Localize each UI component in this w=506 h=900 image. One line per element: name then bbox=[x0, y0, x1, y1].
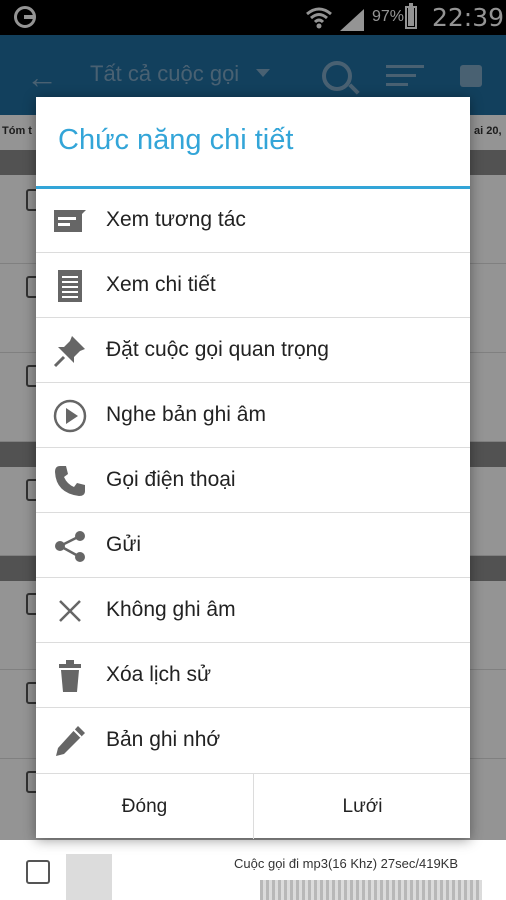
pin-icon bbox=[53, 336, 85, 368]
document-icon bbox=[58, 270, 82, 302]
detail-functions-dialog: Chức năng chi tiết Xem tương tác Xem chi… bbox=[36, 97, 470, 839]
menu-item-label: Xem tương tác bbox=[106, 208, 246, 231]
grid-button[interactable]: Lưới bbox=[253, 774, 471, 839]
close-icon bbox=[59, 600, 81, 622]
menu-item-send[interactable]: Gửi bbox=[36, 514, 470, 578]
play-icon bbox=[53, 399, 87, 433]
menu-item-label: Xem chi tiết bbox=[106, 273, 216, 296]
dialog-buttons: Đóng Lưới bbox=[36, 773, 470, 839]
share-icon bbox=[55, 531, 85, 562]
menu-item-call[interactable]: Gọi điện thoại bbox=[36, 449, 470, 513]
trash-icon bbox=[59, 660, 81, 692]
menu-item-memo[interactable]: Bản ghi nhớ bbox=[36, 709, 470, 773]
menu-item-no-record[interactable]: Không ghi âm bbox=[36, 579, 470, 643]
menu-item-label: Gọi điện thoại bbox=[106, 468, 236, 491]
menu-item-delete-history[interactable]: Xóa lịch sử bbox=[36, 644, 470, 708]
menu-item-view-interactions[interactable]: Xem tương tác bbox=[36, 189, 470, 253]
row-checkbox[interactable] bbox=[26, 860, 50, 884]
menu-item-label: Xóa lịch sử bbox=[106, 663, 212, 686]
menu-item-label: Đặt cuộc gọi quan trọng bbox=[106, 338, 329, 361]
menu-item-label: Nghe bản ghi âm bbox=[106, 403, 266, 426]
menu-item-label: Gửi bbox=[106, 533, 142, 556]
phone-icon bbox=[55, 466, 85, 496]
avatar bbox=[66, 854, 112, 900]
menu-item-play-recording[interactable]: Nghe bản ghi âm bbox=[36, 384, 470, 448]
dialog-title: Chức năng chi tiết bbox=[58, 124, 294, 156]
menu-item-label: Không ghi âm bbox=[106, 598, 236, 621]
pencil-icon bbox=[56, 726, 85, 756]
list-item[interactable]: Cuộc gọi đi mp3(16 Khz) 27sec/419KB bbox=[0, 840, 506, 900]
menu-item-label: Bản ghi nhớ bbox=[106, 728, 221, 751]
message-icon bbox=[54, 210, 86, 232]
menu-item-view-details[interactable]: Xem chi tiết bbox=[36, 254, 470, 318]
close-button[interactable]: Đóng bbox=[36, 774, 253, 839]
call-meta: Cuộc gọi đi mp3(16 Khz) 27sec/419KB bbox=[234, 856, 459, 871]
menu-item-mark-important[interactable]: Đặt cuộc gọi quan trọng bbox=[36, 319, 470, 383]
phone-number-redacted bbox=[260, 880, 482, 900]
